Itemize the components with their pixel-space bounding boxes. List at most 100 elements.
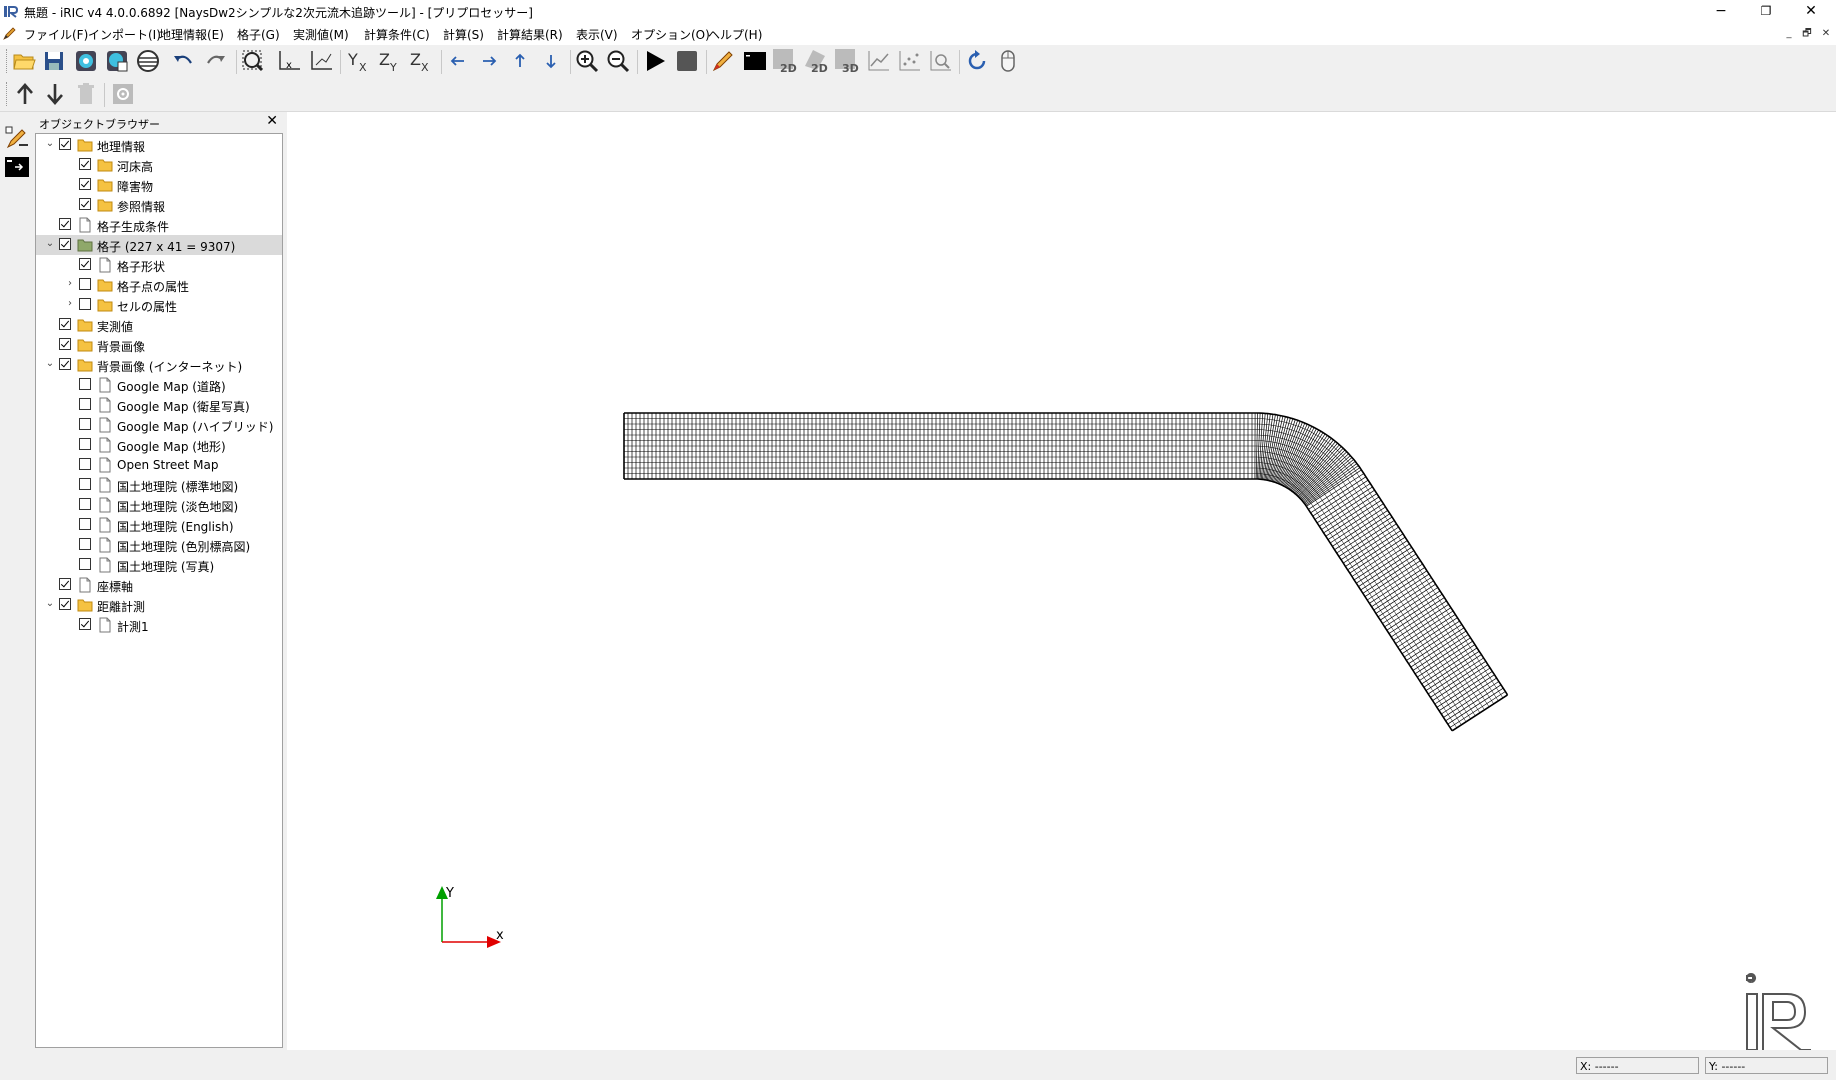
globe-icon[interactable]	[135, 48, 161, 74]
tree-item[interactable]: ⌄ 距離計測	[36, 595, 282, 615]
redo-icon[interactable]	[203, 48, 229, 74]
arrow-down-icon[interactable]	[538, 48, 564, 74]
refresh-icon[interactable]	[964, 48, 990, 74]
tree-item[interactable]: ⌄ 格子 (227 x 41 = 9307)	[36, 235, 282, 255]
tree-item[interactable]: ⌄ 地理情報	[36, 135, 282, 155]
tree-item-checkbox[interactable]	[79, 478, 91, 490]
chevron-down-icon[interactable]: ⌄	[44, 138, 56, 150]
tree-item-checkbox[interactable]	[79, 258, 91, 270]
tree-item[interactable]: Google Map (道路)	[36, 375, 282, 395]
close-button[interactable]: ✕	[1788, 0, 1834, 22]
arrow-right-icon[interactable]	[476, 48, 502, 74]
tree-item-checkbox[interactable]	[79, 458, 91, 470]
tree-item[interactable]: 背景画像	[36, 335, 282, 355]
object-browser-toggle-icon[interactable]	[4, 124, 30, 150]
tree-item-checkbox[interactable]	[79, 178, 91, 190]
chevron-right-icon[interactable]: ›	[64, 298, 76, 310]
grid-mesh[interactable]	[623, 412, 1509, 732]
tree-item-checkbox[interactable]	[79, 198, 91, 210]
arrow-left-icon[interactable]	[445, 48, 471, 74]
tree-item[interactable]: 国土地理院 (標準地図)	[36, 475, 282, 495]
tree-item[interactable]: Google Map (ハイブリッド)	[36, 415, 282, 435]
post-3d-icon[interactable]: 3D	[834, 48, 860, 74]
tree-item[interactable]: 国土地理院 (English)	[36, 515, 282, 535]
post-2d-icon[interactable]: 2D	[772, 48, 798, 74]
arrow-up-icon[interactable]	[507, 48, 533, 74]
tree-item[interactable]: Google Map (衛星写真)	[36, 395, 282, 415]
mdi-close-button[interactable]: ✕	[1819, 27, 1833, 41]
move-down-icon[interactable]	[42, 81, 68, 107]
scatter-graph-icon[interactable]	[896, 48, 922, 74]
gis-open-icon[interactable]	[73, 48, 99, 74]
tree-item-checkbox[interactable]	[79, 278, 91, 290]
tree-item-checkbox[interactable]	[79, 398, 91, 410]
menu-grid[interactable]: 格子(G)	[237, 26, 280, 43]
view-yx-icon[interactable]: YX	[346, 48, 372, 74]
tree-item-checkbox[interactable]	[59, 598, 71, 610]
axis-xy-icon[interactable]	[308, 48, 334, 74]
tree-item[interactable]: 格子形状	[36, 255, 282, 275]
tree-item-checkbox[interactable]	[59, 358, 71, 370]
tree-item-checkbox[interactable]	[59, 218, 71, 230]
tree-item[interactable]: 実測値	[36, 315, 282, 335]
tree-item-checkbox[interactable]	[79, 538, 91, 550]
tree-item[interactable]: 障害物	[36, 175, 282, 195]
tree-item-checkbox[interactable]	[79, 378, 91, 390]
chevron-down-icon[interactable]: ⌄	[44, 238, 56, 250]
grid-view[interactable]: Y x	[287, 112, 1836, 1051]
tree-item[interactable]: 座標軸	[36, 575, 282, 595]
property-gear-icon[interactable]	[110, 81, 136, 107]
view-zx-icon[interactable]: ZX	[408, 48, 434, 74]
tree-item[interactable]: 河床高	[36, 155, 282, 175]
tree-item-checkbox[interactable]	[59, 138, 71, 150]
delete-trash-icon[interactable]	[73, 81, 99, 107]
tree-item-checkbox[interactable]	[79, 518, 91, 530]
chevron-down-icon[interactable]: ⌄	[44, 598, 56, 610]
graph-zoom-icon[interactable]	[927, 48, 953, 74]
menu-import[interactable]: インポート(I)	[88, 26, 161, 43]
tree-item-checkbox[interactable]	[59, 338, 71, 350]
menu-help[interactable]: ヘルプ(H)	[708, 26, 762, 43]
tree-item-checkbox[interactable]	[79, 418, 91, 430]
zoom-fit-icon[interactable]	[240, 48, 266, 74]
stop-icon[interactable]	[674, 48, 700, 74]
menu-option[interactable]: オプション(O)	[631, 26, 710, 43]
tree-item-checkbox[interactable]	[79, 498, 91, 510]
toolbar-grip[interactable]	[6, 49, 10, 73]
menu-result[interactable]: 計算結果(R)	[497, 26, 563, 43]
chevron-down-icon[interactable]: ⌄	[44, 358, 56, 370]
toolbar-grip[interactable]	[6, 82, 10, 106]
move-up-icon[interactable]	[12, 81, 38, 107]
undo-icon[interactable]	[170, 48, 196, 74]
mdi-minimize-button[interactable]: _	[1782, 27, 1796, 41]
graph-icon[interactable]	[865, 48, 891, 74]
tree-item[interactable]: 国土地理院 (色別標高図)	[36, 535, 282, 555]
maximize-button[interactable]: ❐	[1743, 0, 1789, 22]
tree-item-checkbox[interactable]	[79, 618, 91, 630]
tree-item-checkbox[interactable]	[79, 438, 91, 450]
tree-item[interactable]: 国土地理院 (写真)	[36, 555, 282, 575]
minimize-button[interactable]: −	[1698, 0, 1744, 22]
tree-item[interactable]: Open Street Map	[36, 455, 282, 475]
zoom-in-icon[interactable]	[574, 48, 600, 74]
tree-item-checkbox[interactable]	[59, 578, 71, 590]
tree-item-checkbox[interactable]	[79, 558, 91, 570]
mouse-hint-icon[interactable]	[995, 48, 1021, 74]
tree-item[interactable]: Google Map (地形)	[36, 435, 282, 455]
chevron-right-icon[interactable]: ›	[64, 278, 76, 290]
tree-item-checkbox[interactable]	[59, 238, 71, 250]
menu-simulation[interactable]: 計算(S)	[443, 26, 484, 43]
object-browser-close-button[interactable]: ✕	[266, 113, 278, 129]
preprocessor-pencil-icon[interactable]	[710, 48, 736, 74]
tree-item[interactable]: › セルの属性	[36, 295, 282, 315]
tree-item[interactable]: › 格子点の属性	[36, 275, 282, 295]
menu-view[interactable]: 表示(V)	[576, 26, 618, 43]
tree-item[interactable]: 格子生成条件	[36, 215, 282, 235]
tree-item[interactable]: 計測1	[36, 615, 282, 635]
view-zy-icon[interactable]: ZY	[377, 48, 403, 74]
menu-file[interactable]: ファイル(F)	[24, 26, 88, 43]
mdi-restore-button[interactable]: 🗗	[1800, 27, 1814, 41]
run-icon[interactable]	[642, 48, 668, 74]
tree-item-checkbox[interactable]	[79, 158, 91, 170]
menu-measured[interactable]: 実測値(M)	[293, 26, 349, 43]
